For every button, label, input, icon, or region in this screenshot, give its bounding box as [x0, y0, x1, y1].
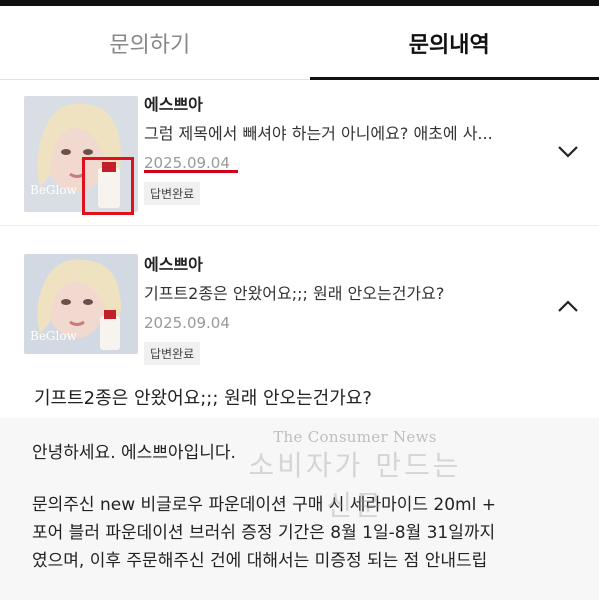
inquiry-question-text: 기프트2종은 안왔어요;;; 원래 안오는건가요?: [34, 388, 372, 409]
inquiry-title: 기프트2종은 안왔어요;;; 원래 안오는건가요?: [144, 284, 445, 303]
highlight-box: [82, 157, 134, 215]
product-thumbnail: BeGlow: [24, 254, 138, 354]
inquiry-list-item[interactable]: BeGlow 에스쁘아 기프트2종은 안왔어요;;; 원래 안오는건가요? 20…: [0, 242, 599, 365]
answer-greeting: 안녕하세요. 에스쁘아입니다.: [32, 443, 236, 463]
inquiry-date: 2025.09.04: [144, 314, 230, 332]
inquiry-title: 그럼 제목에서 빼셔야 하는거 아니에요? 애초에 사...: [144, 124, 493, 143]
seller-name: 에스쁘아: [144, 95, 203, 114]
tab-bar: 문의하기 문의내역: [0, 6, 599, 80]
tab-inquire[interactable]: 문의하기: [0, 6, 300, 79]
svg-text:BeGlow: BeGlow: [30, 183, 78, 197]
svg-text:BeGlow: BeGlow: [30, 329, 78, 343]
answer-line: 문의주신 new 비글로우 파운데이션 구매 시 세라마이드 20ml +: [32, 495, 496, 515]
answer-line: 포어 블러 파운데이션 브러쉬 증정 기간은 8월 1일-8월 31일까지: [32, 523, 496, 543]
chevron-down-icon[interactable]: [555, 138, 581, 164]
chevron-up-icon[interactable]: [555, 294, 581, 320]
answer-line: 였으며, 이후 주문해주신 건에 대해서는 미증정 되는 점 안내드립: [32, 551, 488, 571]
status-badge: 답변완료: [144, 342, 201, 365]
status-badge: 답변완료: [144, 182, 201, 205]
tab-inquiry-history[interactable]: 문의내역: [300, 6, 599, 80]
highlight-underline: [144, 170, 238, 173]
answer-panel: 안녕하세요. 에스쁘아입니다. 문의주신 new 비글로우 파운데이션 구매 시…: [0, 418, 599, 600]
seller-name: 에스쁘아: [144, 255, 203, 274]
answer-body: 문의주신 new 비글로우 파운데이션 구매 시 세라마이드 20ml + 포어…: [32, 491, 567, 575]
